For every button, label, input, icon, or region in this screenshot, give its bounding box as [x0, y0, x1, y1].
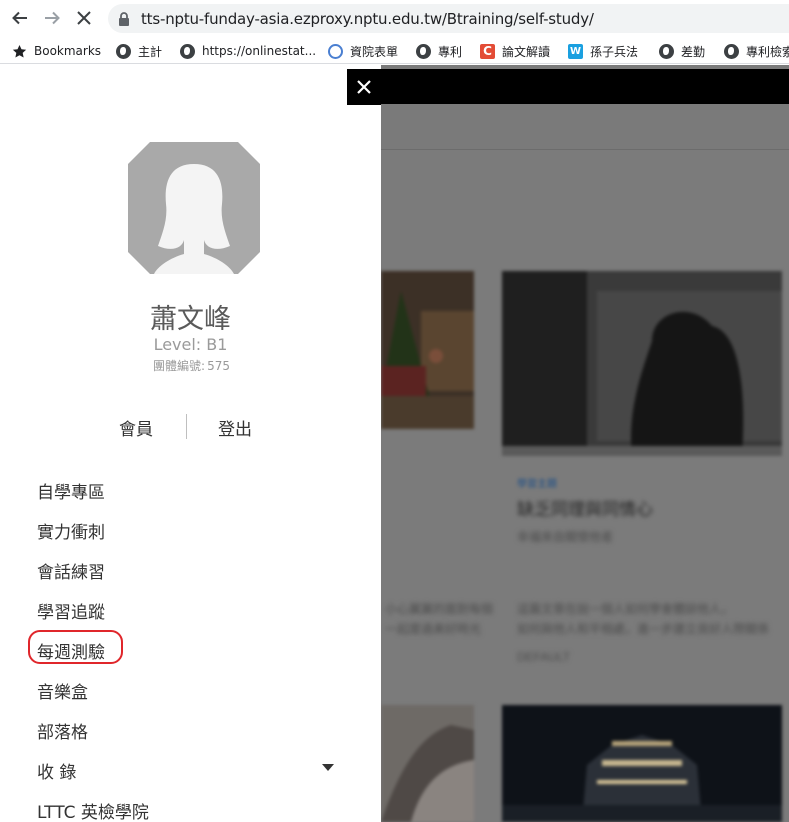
menu-item-conversation[interactable]: 會話練習 — [37, 558, 105, 583]
card-image-night-building — [502, 705, 782, 822]
menu-item-sprint[interactable]: 實力衝刺 — [37, 518, 105, 543]
bookmark-label: 專利 — [438, 44, 463, 59]
group-id: 575 — [207, 359, 230, 373]
lock-icon — [119, 12, 129, 26]
user-level: Level: B1 — [153, 335, 228, 354]
menu-item-blog[interactable]: 部落格 — [37, 718, 88, 743]
stop-loading-button[interactable] — [72, 6, 96, 30]
bookmark-chaqin[interactable]: 差勤 — [659, 42, 705, 60]
back-button[interactable] — [8, 6, 32, 30]
c-logo-icon: C — [480, 43, 495, 59]
w-logo-icon: W — [568, 43, 583, 59]
menu-item-tracking[interactable]: 學習追蹤 — [37, 598, 105, 623]
card-meta: DEFAULT — [517, 650, 571, 664]
menu-item-lttc[interactable]: LTTC 英檢學院 — [37, 798, 149, 822]
page-overlay[interactable]: 學習主題 缺乏同理與同情心 幸福來自關懷他者 這篇文章在說一個人如何學會體諒他人… — [381, 65, 789, 822]
card-subtitle: 幸福來自關懷他者 — [517, 530, 614, 544]
avatar[interactable] — [128, 142, 260, 274]
globe-icon — [416, 43, 431, 59]
menu-item-music-box[interactable]: 音樂盒 — [37, 678, 88, 703]
bookmark-label: Bookmarks — [34, 44, 102, 58]
bookmark-label: 孫子兵法 — [590, 44, 639, 59]
chevron-down-icon[interactable] — [322, 764, 334, 771]
globe-icon — [180, 43, 195, 59]
group-label: 團體編號: — [153, 359, 206, 373]
bookmark-label: 資院表單 — [350, 44, 399, 59]
browser-address-bar: tts-nptu-funday-asia.ezproxy.nptu.edu.tw… — [0, 0, 789, 37]
close-x-icon — [77, 11, 91, 25]
globe-icon — [724, 43, 739, 59]
bookmark-label: 論文解讀 — [502, 44, 551, 59]
globe-icon — [116, 43, 131, 59]
card-tag: 學習主題 — [517, 479, 557, 490]
card-image-sad-person — [502, 271, 782, 456]
bookmark-label: 專利檢索 — [746, 44, 789, 59]
site-subnav — [381, 104, 789, 150]
bookmarks-bar: Bookmarks 主計 https://onlinestat... 資院表單 … — [0, 37, 789, 64]
card-title: 缺乏同理與同情心 — [517, 500, 653, 519]
card-image-christmas — [381, 271, 474, 429]
account-divider — [186, 414, 187, 439]
bookmark-bookmarks[interactable]: Bookmarks — [12, 42, 101, 60]
card-excerpt-line: 如何與他人和平相處，進一步建立良好人際關係 — [517, 622, 770, 636]
bookmark-sunzi[interactable]: W 孫子兵法 — [568, 42, 638, 60]
star-icon — [12, 44, 27, 57]
bookmark-onlinestat[interactable]: https://onlinestat... — [180, 42, 316, 60]
back-arrow-icon — [12, 11, 27, 25]
bookmark-zhuanli[interactable]: 專利 — [416, 42, 462, 60]
menu-item-collection[interactable]: 收 錄 — [37, 758, 76, 783]
close-drawer-button[interactable] — [347, 69, 381, 105]
bookmark-zhuanli-jiansuo[interactable]: 專利檢索 — [724, 42, 789, 60]
close-icon — [357, 80, 371, 94]
card-excerpt-line: 這篇文章在說一個人如何學會體諒他人， — [517, 602, 734, 616]
bookmark-label: https://onlinestat... — [202, 44, 317, 58]
forward-button[interactable] — [40, 6, 64, 30]
left-card-excerpt-line: 一起度過美好時光 — [385, 622, 482, 636]
globe-icon — [659, 43, 674, 59]
user-name: 蕭文峰 — [150, 304, 231, 335]
c-ring-icon — [328, 43, 343, 59]
bookmark-ziyuan[interactable]: 資院表單 — [328, 42, 398, 60]
bookmark-lunwen[interactable]: C 論文解讀 — [480, 42, 550, 60]
card-image-bottom-left — [381, 705, 474, 822]
forward-arrow-icon — [45, 11, 60, 25]
site-header — [381, 69, 789, 104]
logout-link[interactable]: 登出 — [218, 415, 252, 440]
bookmark-label: 主計 — [138, 44, 163, 59]
member-link[interactable]: 會員 — [119, 415, 153, 440]
bookmark-zhuji[interactable]: 主計 — [116, 42, 162, 60]
hand-drawn-highlight — [28, 630, 123, 664]
url-field[interactable]: tts-nptu-funday-asia.ezproxy.nptu.edu.tw… — [108, 4, 789, 33]
menu-item-self-study[interactable]: 自學專區 — [37, 478, 105, 503]
user-group: 團體編號: 575 — [0, 357, 381, 374]
left-card-excerpt-line: 小心翼翼的面對每個 — [385, 602, 494, 616]
bookmark-label: 差勤 — [681, 44, 706, 59]
url-text: tts-nptu-funday-asia.ezproxy.nptu.edu.tw… — [141, 10, 594, 28]
